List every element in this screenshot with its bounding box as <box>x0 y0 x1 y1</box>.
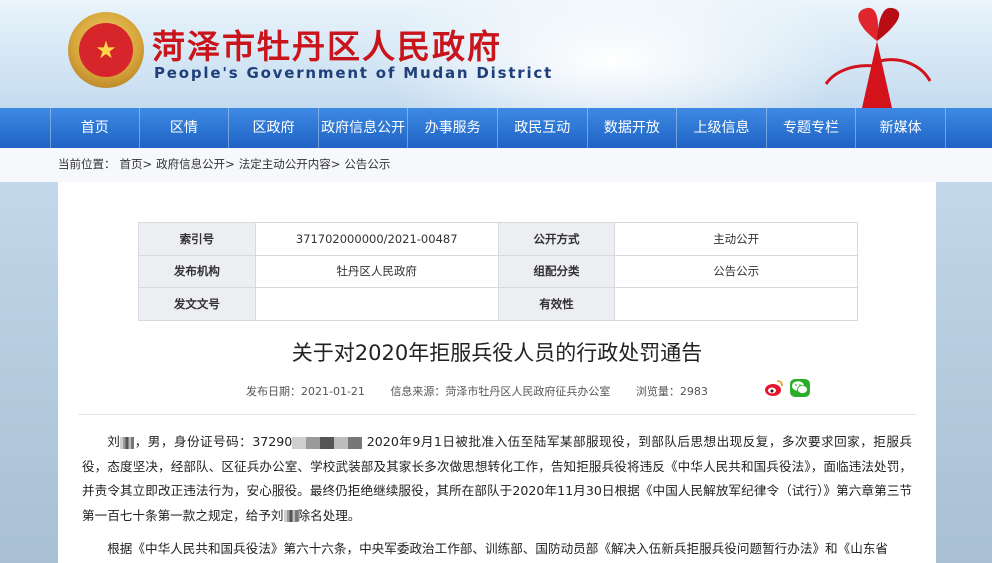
view-count: 浏览量：2983 <box>635 385 708 398</box>
wechat-share-icon[interactable] <box>790 379 810 397</box>
main-nav: 首页 区情 区政府 政府信息公开 办事服务 政民互动 数据开放 上级信息 专题专… <box>0 108 992 148</box>
redaction <box>283 510 298 522</box>
method-value: 主动公开 <box>614 222 858 256</box>
site-subtitle: People's Government of Mudan District <box>154 64 554 82</box>
nav-gov-info-disclosure[interactable]: 政府信息公开 <box>319 108 409 148</box>
peony-sculpture-icon <box>824 7 932 108</box>
table-row: 发布机构 牡丹区人民政府 组配分类 公告公示 <box>138 254 858 288</box>
breadcrumb-gov-info[interactable]: 政府信息公开> <box>156 157 235 171</box>
redaction <box>292 436 363 449</box>
table-row: 发文文号 有效性 <box>138 287 858 321</box>
nav-services[interactable]: 办事服务 <box>408 108 498 148</box>
nav-superior-info[interactable]: 上级信息 <box>677 108 767 148</box>
breadcrumb-label: 当前位置： <box>58 157 116 171</box>
breadcrumb-home[interactable]: 首页> <box>120 157 153 171</box>
redaction <box>120 436 135 449</box>
org-value: 牡丹区人民政府 <box>254 254 499 288</box>
nav-home[interactable]: 首页 <box>50 108 140 148</box>
org-label: 发布机构 <box>138 254 256 288</box>
metadata-table: 索引号 371702000000/2021-00487 公开方式 主动公开 发布… <box>138 222 858 321</box>
docno-label: 发文文号 <box>138 287 256 321</box>
paragraph: 根据《中华人民共和国兵役法》第六十六条，中央军委政治工作部、训练部、国防动员部《… <box>107 541 888 556</box>
publish-date: 发布日期：2021-01-21 <box>246 385 365 398</box>
info-source: 信息来源：菏泽市牡丹区人民政府征兵办公室 <box>390 385 611 398</box>
article-info: 发布日期：2021-01-21 信息来源：菏泽市牡丹区人民政府征兵办公室 浏览量… <box>246 383 730 399</box>
nav-special-topics[interactable]: 专题专栏 <box>767 108 857 148</box>
category-label: 组配分类 <box>497 254 616 288</box>
nav-interaction[interactable]: 政民互动 <box>498 108 588 148</box>
weibo-share-icon[interactable] <box>764 379 784 397</box>
article-body: 刘，男，身份证号码：37290 2020年9月1日被批准入伍至陆军某部服现役，到… <box>82 430 912 563</box>
breadcrumb-notices[interactable]: 公告公示 <box>344 157 390 171</box>
docno-value <box>254 287 499 321</box>
share-buttons <box>764 379 810 397</box>
divider <box>78 414 916 415</box>
paragraph: 刘，男，身份证号码：37290 2020年9月1日被批准入伍至陆军某部服现役，到… <box>82 434 912 523</box>
index-label: 索引号 <box>138 222 256 256</box>
table-row: 索引号 371702000000/2021-00487 公开方式 主动公开 <box>138 222 858 256</box>
validity-label: 有效性 <box>497 287 616 321</box>
validity-value <box>614 287 858 321</box>
nav-district-info[interactable]: 区情 <box>140 108 230 148</box>
site-header: ★ 菏泽市牡丹区人民政府 People's Government of Muda… <box>0 0 992 108</box>
national-emblem-icon: ★ <box>68 12 144 88</box>
content-card: 索引号 371702000000/2021-00487 公开方式 主动公开 发布… <box>58 182 936 563</box>
nav-new-media[interactable]: 新媒体 <box>856 108 946 148</box>
breadcrumb: 当前位置： 首页> 政府信息公开> 法定主动公开内容> 公告公示 <box>0 148 992 182</box>
nav-district-gov[interactable]: 区政府 <box>229 108 319 148</box>
category-value: 公告公示 <box>614 254 858 288</box>
method-label: 公开方式 <box>497 222 616 256</box>
nav-open-data[interactable]: 数据开放 <box>588 108 678 148</box>
breadcrumb-legal-content[interactable]: 法定主动公开内容> <box>239 157 341 171</box>
article-title: 关于对2020年拒服兵役人员的行政处罚通告 <box>291 341 703 365</box>
site-title: 菏泽市牡丹区人民政府 <box>152 27 502 66</box>
index-value: 371702000000/2021-00487 <box>254 222 499 256</box>
